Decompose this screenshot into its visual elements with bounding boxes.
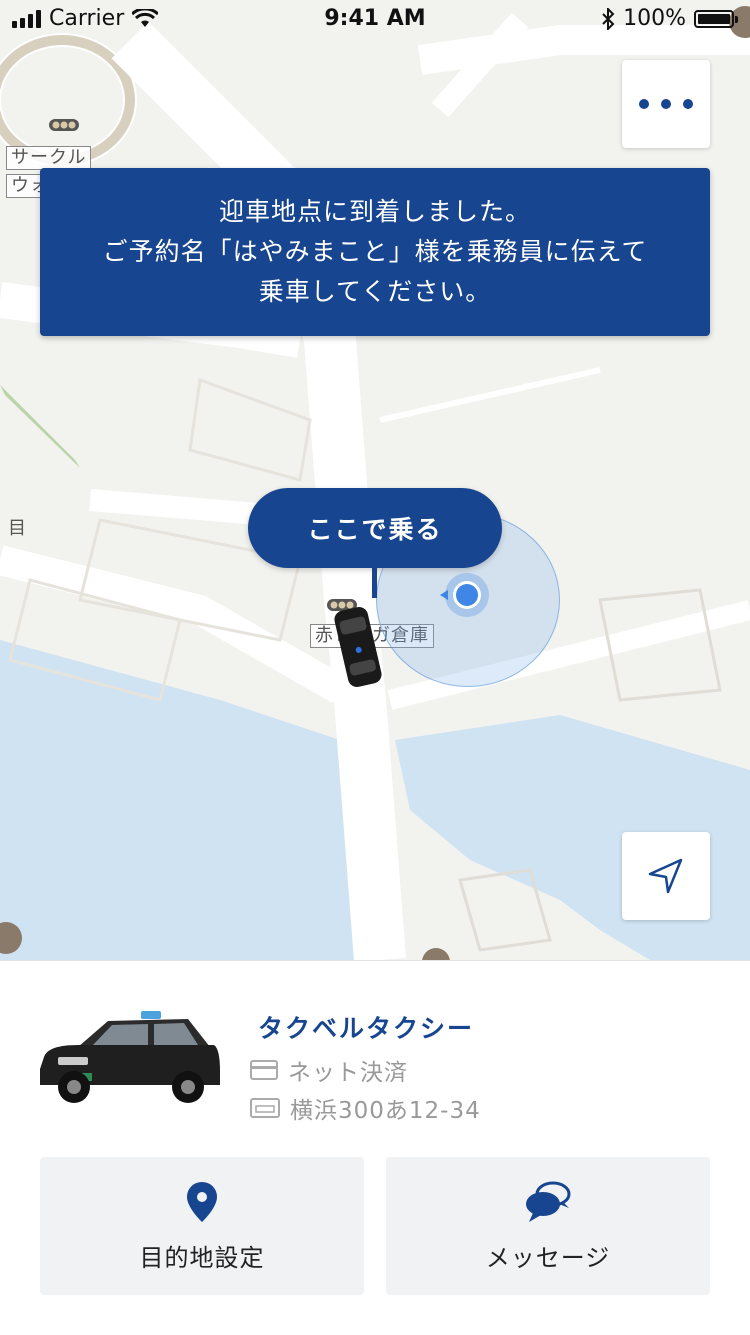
traffic-light-icon (49, 119, 79, 131)
banner-line: 迎車地点に到着しました。 (218, 197, 531, 226)
payment-method-row: ネット決済 (250, 1053, 408, 1087)
license-plate-icon (250, 1098, 280, 1118)
current-location-button[interactable] (622, 832, 710, 920)
license-plate-row: 横浜300あ12-34 (250, 1091, 481, 1125)
navigation-arrow-icon (648, 858, 683, 894)
message-label: メッセージ (485, 1243, 611, 1272)
payment-method: ネット決済 (288, 1060, 408, 1086)
pickup-pin-stem (372, 566, 377, 598)
more-dots-icon (639, 99, 693, 109)
battery-icon (694, 9, 738, 28)
user-location-icon (440, 573, 489, 617)
set-destination-label: 目的地設定 (139, 1243, 265, 1272)
location-pin-icon (187, 1181, 217, 1222)
more-menu-button[interactable] (622, 60, 710, 148)
map-label: サークル (6, 146, 92, 170)
credit-card-icon (250, 1060, 278, 1080)
license-plate: 横浜300あ12-34 (290, 1098, 481, 1124)
taxi-info-panel: タクベルタクシー ネット決済 横浜300あ12-34 目的地設定 メッセージ (0, 960, 750, 1335)
bluetooth-icon (602, 7, 615, 30)
message-button[interactable]: メッセージ (386, 1157, 710, 1295)
chat-bubbles-icon (526, 1181, 571, 1222)
banner-line: ご予約名「はやみまこと」様を乗務員に伝えて (102, 237, 648, 266)
set-destination-button[interactable]: 目的地設定 (40, 1157, 364, 1295)
map-label: 目 (8, 518, 27, 539)
pickup-here-button[interactable]: ここで乗る (248, 488, 502, 568)
taxi-company-name: タクベルタクシー (258, 1014, 475, 1043)
taxi-car-image (40, 1011, 220, 1103)
status-bar: Carrier 9:41 AM 100% (0, 0, 750, 40)
battery-percent: 100% (623, 6, 686, 31)
arrival-notice-banner: 迎車地点に到着しました。 ご予約名「はやみまこと」様を乗務員に伝えて 乗車してく… (40, 168, 710, 336)
banner-line: 乗車してください。 (258, 277, 492, 306)
